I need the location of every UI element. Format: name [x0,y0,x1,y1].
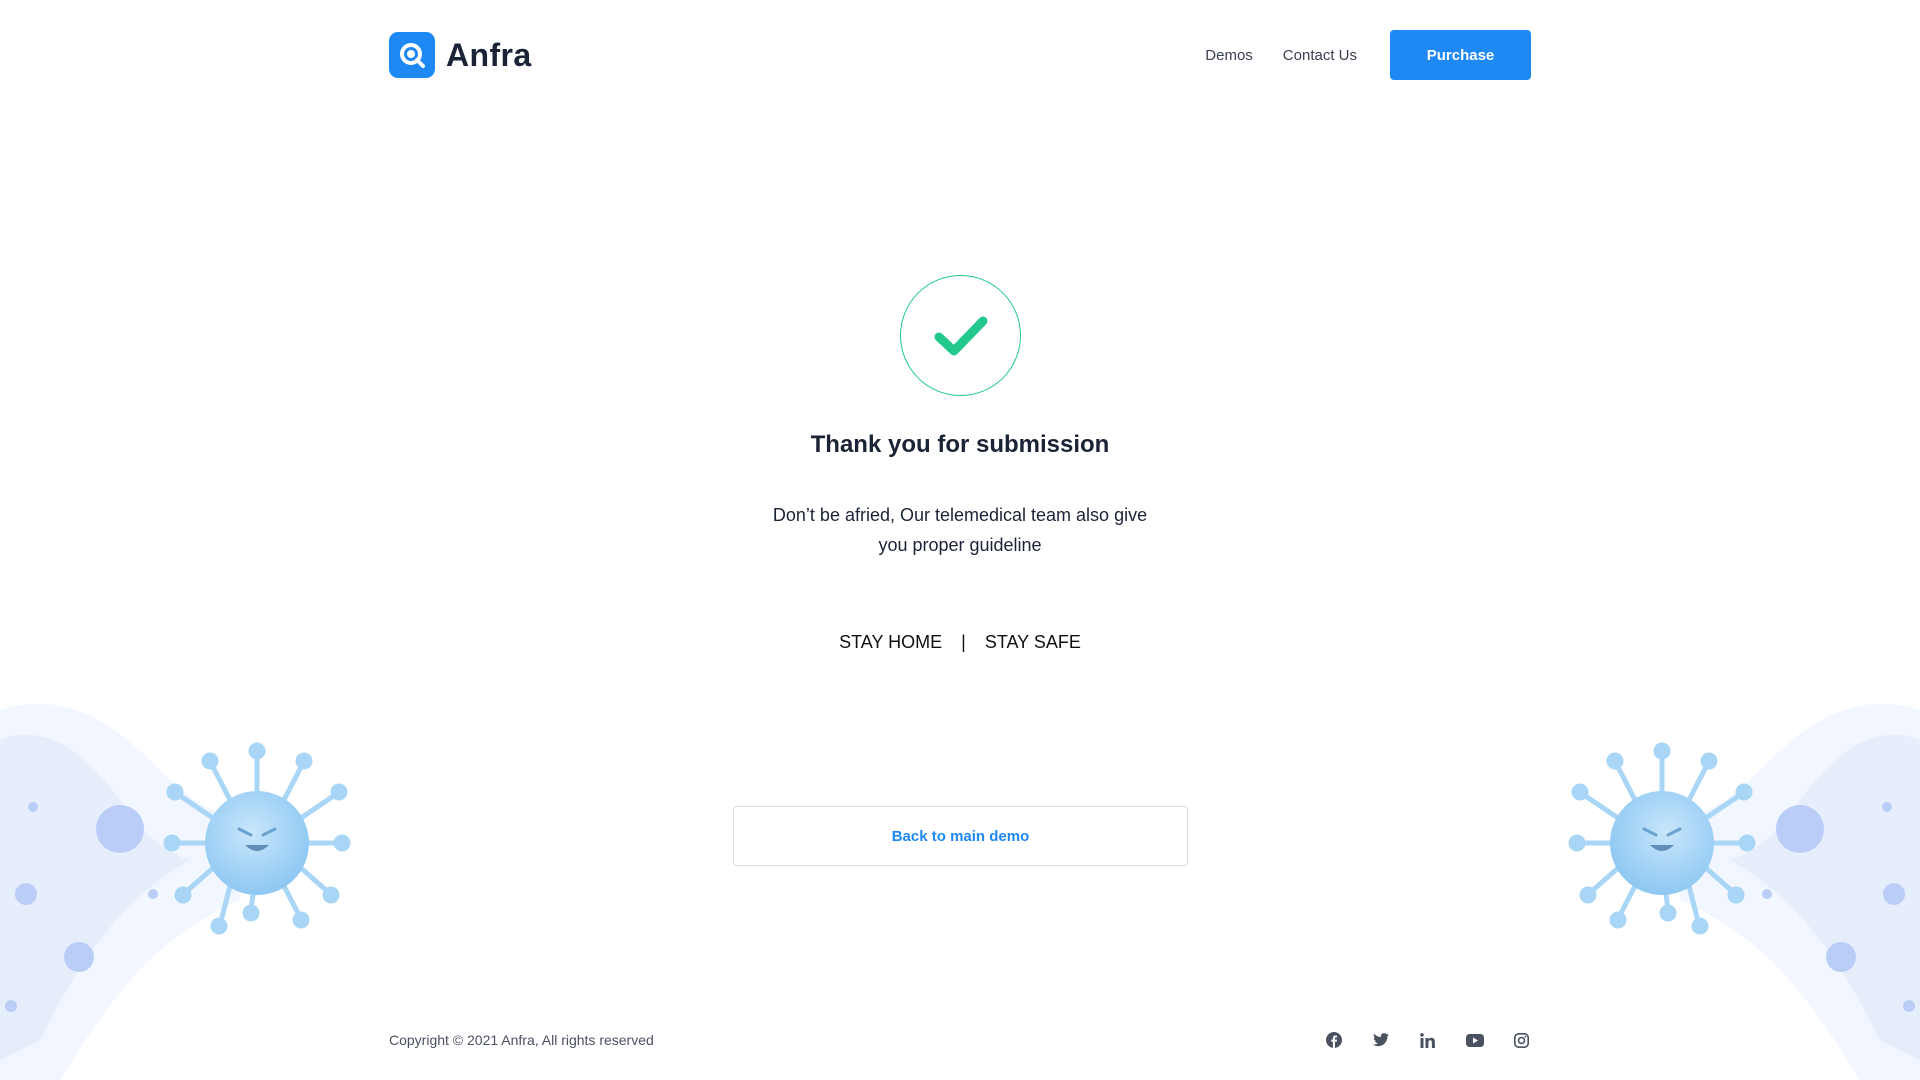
social-links [1324,1031,1531,1050]
slogan-separator: | [961,632,966,652]
page-title: Thank you for submission [810,431,1110,458]
linkedin-icon[interactable] [1418,1031,1437,1050]
stay-slogan: STAY HOME | STAY SAFE [0,632,1920,653]
facebook-icon[interactable] [1324,1031,1343,1050]
nav-demos-link[interactable]: Demos [1205,47,1253,64]
youtube-icon[interactable] [1465,1031,1484,1050]
page: Anfra Demos Contact Us Purchase Thank yo… [0,0,1920,1080]
stay-safe-text: STAY SAFE [984,632,1081,652]
site-footer: Copyright © 2021 Anfra, All rights reser… [389,1026,1531,1054]
brand-logo[interactable]: Anfra [389,32,532,78]
instagram-icon[interactable] [1512,1031,1531,1050]
back-to-main-demo-button[interactable]: Back to main demo [733,806,1188,866]
confirmation-message: Don’t be afried, Our telemedical team al… [760,500,1160,560]
success-badge [900,275,1021,396]
nav-contact-link[interactable]: Contact Us [1283,47,1357,64]
search-icon [389,32,435,78]
message-line-1: Don’t be afried, Our telemedical team al… [772,505,1148,525]
purchase-button[interactable]: Purchase [1390,30,1531,80]
checkmark-icon [934,316,987,355]
copyright-text: Copyright © 2021 Anfra, All rights reser… [389,1032,654,1048]
site-header: Anfra Demos Contact Us Purchase [389,30,1531,80]
brand-name: Anfra [446,36,532,73]
message-line-2: you proper guideline [878,535,1042,555]
twitter-icon[interactable] [1371,1031,1390,1050]
main-nav: Demos Contact Us Purchase [1175,30,1531,80]
stay-home-text: STAY HOME [839,632,943,652]
